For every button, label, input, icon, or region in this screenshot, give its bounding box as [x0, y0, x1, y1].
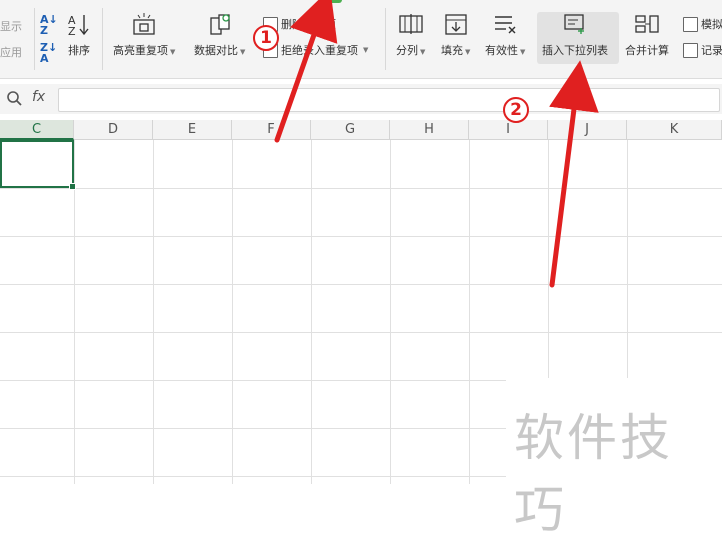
formula-bar: fx	[0, 84, 722, 114]
sort-az-icon: AZ	[66, 12, 92, 38]
split-column-icon	[398, 12, 424, 36]
validity-button[interactable]: 有效性 ▼	[485, 0, 525, 58]
grid-line	[74, 140, 75, 484]
simulate-button[interactable]: 模拟	[683, 16, 722, 32]
separator	[34, 8, 35, 70]
split-column-button[interactable]: 分列 ▼	[396, 0, 425, 58]
fill-button[interactable]: 填充 ▼	[441, 0, 470, 58]
column-header-H[interactable]: H	[390, 120, 469, 140]
column-header-K[interactable]: K	[627, 120, 722, 140]
merge-calculation-icon	[634, 12, 660, 36]
record-button[interactable]: 记录	[683, 42, 722, 58]
column-header-F[interactable]: F	[232, 120, 311, 140]
fill-icon	[443, 12, 469, 36]
column-header-J[interactable]: J	[548, 120, 627, 140]
grid-line	[311, 140, 312, 484]
selected-cell[interactable]	[0, 140, 76, 190]
watermark: 软件技巧	[506, 378, 722, 539]
column-header-I[interactable]: I	[469, 120, 548, 140]
grid-line	[469, 140, 470, 484]
sort-desc-icon[interactable]: Z↓ A	[40, 42, 57, 64]
grid-line	[390, 140, 391, 484]
fx-icon[interactable]: fx	[32, 89, 45, 105]
simulate-icon	[683, 16, 698, 32]
ribbon-toolbar: 显示 应用 A↓ Z Z↓ A AZ 排序 高亮重复项 ▼ 数据对比 ▼ 删除重复项 拒…	[0, 0, 722, 79]
data-compare-icon	[207, 12, 233, 36]
grid-line	[0, 284, 722, 285]
separator	[385, 8, 386, 70]
formula-input[interactable]	[58, 88, 720, 112]
grid-line	[0, 332, 722, 333]
show-item[interactable]: 显示	[0, 18, 22, 34]
highlight-duplicates-button[interactable]: 高亮重复项 ▼	[113, 0, 175, 58]
insert-dropdown-list-icon	[562, 12, 588, 36]
validity-icon	[492, 12, 518, 36]
sort-asc-icon[interactable]: A↓ Z	[40, 14, 58, 36]
zoom-search-icon[interactable]	[6, 90, 22, 110]
sort-button[interactable]: AZ 排序	[66, 0, 92, 58]
reject-duplicates-button[interactable]: 拒绝录入重复项 ▼	[263, 42, 368, 58]
column-header-G[interactable]: G	[311, 120, 390, 140]
record-icon	[683, 42, 698, 58]
merge-calculation-button[interactable]: 合并计算	[625, 0, 669, 58]
highlight-duplicates-icon	[131, 12, 157, 36]
apply-item[interactable]: 应用	[0, 44, 22, 60]
insert-dropdown-list-button[interactable]: 插入下拉列表	[542, 0, 608, 58]
separator	[102, 8, 103, 70]
grid-line	[0, 236, 722, 237]
column-header-D[interactable]: D	[74, 120, 153, 140]
column-header-E[interactable]: E	[153, 120, 232, 140]
grid-line	[153, 140, 154, 484]
step-marker-1: 1	[253, 25, 279, 51]
column-header-C[interactable]: C	[0, 120, 74, 140]
data-compare-button[interactable]: 数据对比 ▼	[194, 0, 245, 58]
grid-line	[0, 188, 722, 189]
fill-handle[interactable]	[69, 183, 76, 190]
active-tab-indicator	[320, 0, 342, 3]
step-marker-2: 2	[503, 97, 529, 123]
svg-text:Z: Z	[68, 25, 76, 36]
grid-line	[232, 140, 233, 484]
